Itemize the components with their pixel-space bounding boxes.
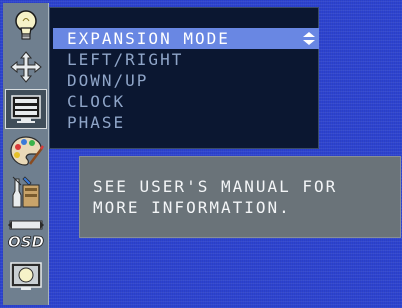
menu-item-label: EXPANSION MODE — [67, 29, 230, 48]
info-message-line-1: SEE USER'S MANUAL FOR — [93, 177, 338, 196]
osd-icon-label: OSD — [8, 233, 44, 251]
menu-item-down-up[interactable]: DOWN/UP — [53, 70, 319, 91]
position-arrows-icon[interactable] — [5, 47, 47, 87]
info-message-box: SEE USER'S MANUAL FOR MORE INFORMATION. — [79, 156, 401, 238]
osd-screen: OSD EXPANSION MODE LEFT/RIGHT DOWN/UP CL… — [0, 0, 402, 308]
menu-item-label: PHASE — [67, 113, 126, 132]
expansion-monitor-icon[interactable] — [5, 89, 47, 129]
brightness-bulb-icon[interactable] — [5, 5, 47, 45]
osd-menu-panel: EXPANSION MODE LEFT/RIGHT DOWN/UP CLOCK … — [49, 7, 319, 149]
display-info-icon[interactable] — [5, 257, 47, 297]
menu-item-left-right[interactable]: LEFT/RIGHT — [53, 49, 319, 70]
up-down-arrows-icon — [303, 32, 315, 45]
menu-item-label: DOWN/UP — [67, 71, 149, 90]
menu-item-expansion-mode[interactable]: EXPANSION MODE — [53, 28, 319, 49]
menu-item-label: CLOCK — [67, 92, 126, 111]
info-message-line-2: MORE INFORMATION. — [93, 198, 291, 217]
menu-item-label: LEFT/RIGHT — [67, 50, 184, 69]
menu-item-phase[interactable]: PHASE — [53, 112, 319, 133]
osd-settings-icon[interactable]: OSD — [5, 215, 47, 255]
osd-icon-column: OSD — [3, 3, 49, 305]
color-palette-icon[interactable] — [5, 131, 47, 171]
menu-item-clock[interactable]: CLOCK — [53, 91, 319, 112]
tools-icon[interactable] — [5, 173, 47, 213]
